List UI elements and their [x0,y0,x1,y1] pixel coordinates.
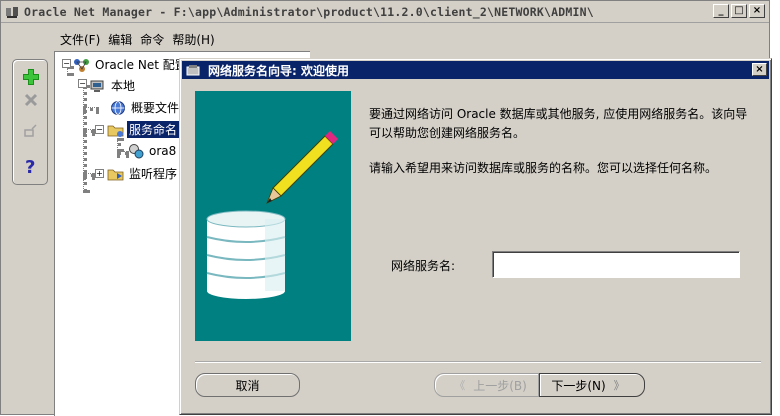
listener-folder-icon [107,166,125,182]
tree-expander-listeners[interactable]: + [95,169,104,178]
menu-command[interactable]: 命令 [136,31,168,48]
wizard-illustration [195,91,351,341]
tree-node-profile[interactable]: 概要文件 [109,99,181,116]
back-button-label: 上一步(B) [473,378,527,393]
chevron-right-icon: 》 [613,379,625,392]
menu-help[interactable]: 帮助(H) [168,31,218,48]
tree-node-listeners[interactable]: 监听程序 [107,165,179,182]
cancel-button-label: 取消 [235,378,260,393]
pencil-icon [266,131,338,204]
wizard-icon [185,62,201,78]
minimize-button[interactable]: _ [713,4,729,18]
next-button-label: 下一步(N) [551,378,606,393]
app-icon [4,4,20,20]
network-config-icon [73,57,91,73]
help-icon[interactable]: ? [19,155,43,177]
add-icon[interactable] [19,66,43,88]
database-icon [206,210,286,299]
tree-label-local: 本地 [111,79,136,93]
cancel-button[interactable]: 取消 [195,373,300,397]
divider [195,361,761,363]
chevron-left-icon: 《 [454,379,466,392]
intro-text: 要通过网络访问 Oracle 数据库或其他服务, 应使用网络服务名。该向导可以帮… [369,107,748,140]
menu-file[interactable]: 文件(F) [56,31,104,48]
dialog-title: 网络服务名向导: 欢迎使用 [208,63,349,78]
database-service-icon [127,143,145,159]
tree-node-service-naming[interactable]: 服务命名 [107,121,180,138]
tree-node-ora8[interactable]: ora8 [127,143,178,159]
tree-label-listeners: 监听程序 [129,167,178,181]
tree-label-service-naming: 服务命名 [127,121,180,138]
service-name-input[interactable] [492,251,740,278]
net-service-name-wizard: 网络服务名向导: 欢迎使用 × 要通过网络访问 Oracle 数据库或其他服务,… [179,58,772,415]
title-bar[interactable]: Oracle Net Manager - F:\app\Administrato… [1,1,769,23]
prompt-text: 请输入希望用来访问数据库或服务的名称。您可以选择任何名称。 [369,161,718,175]
menu-edit[interactable]: 编辑 [104,31,136,48]
back-button[interactable]: 《 上一步(B) [434,373,539,397]
menu-bar: 文件(F) 编辑 命令 帮助(H) [56,31,219,48]
tree-node-root[interactable]: Oracle Net 配置 [73,56,189,73]
dialog-title-bar[interactable]: 网络服务名向导: 欢迎使用 × [182,61,769,79]
folder-icon [107,122,125,138]
next-button[interactable]: 下一步(N) 》 [539,373,645,397]
tree-label-root: Oracle Net 配置 [95,58,187,72]
window-title: Oracle Net Manager - F:\app\Administrato… [24,4,594,19]
tree-label-ora8: ora8 [149,144,177,158]
dialog-close-button[interactable]: × [752,63,767,76]
tree-expander-root[interactable]: − [62,59,71,68]
test-icon[interactable] [19,120,43,142]
maximize-button[interactable]: □ [731,4,747,18]
service-name-label: 网络服务名: [391,259,456,273]
local-computer-icon [89,78,107,94]
left-toolbar: ? [12,59,48,185]
close-button[interactable]: × [749,4,765,18]
delete-icon[interactable] [19,89,43,111]
tree-label-profile: 概要文件 [131,101,180,115]
globe-icon [109,100,127,116]
svg-text:?: ? [25,157,35,176]
tree-expander-local[interactable]: − [78,79,87,88]
tree-node-local[interactable]: 本地 [89,77,137,94]
tree-expander-service[interactable]: − [95,125,104,134]
